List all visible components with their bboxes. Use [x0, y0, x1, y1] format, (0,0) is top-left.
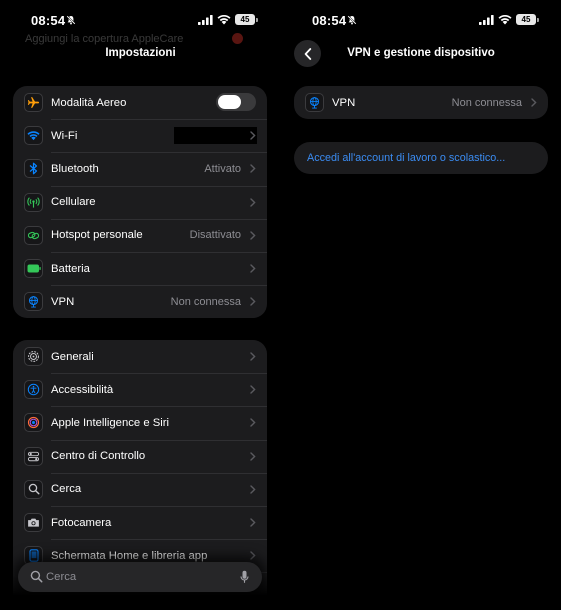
redacted-network-name — [174, 127, 257, 145]
settings-row-cellular[interactable]: Cellulare — [13, 185, 267, 219]
chevron-right-icon — [250, 518, 256, 527]
settings-row-value: Attivato — [204, 162, 241, 175]
status-time: 08:54 — [312, 13, 347, 28]
settings-row-wifi[interactable]: Wi-Fi — [13, 119, 267, 152]
banner-text: Aggiungi la copertura AppleCare — [25, 33, 184, 45]
settings-row-battery[interactable]: Batteria — [13, 251, 267, 285]
work-account-signin-link[interactable]: Accedi all'account di lavoro o scolastic… — [294, 142, 548, 174]
chevron-right-icon — [250, 485, 256, 494]
chevron-right-icon — [250, 164, 256, 174]
status-time: 08:54 — [31, 13, 66, 28]
chevron-right-icon — [250, 297, 256, 306]
settings-row-label: Generali — [51, 350, 94, 363]
battery-status: 45 — [235, 14, 258, 25]
settings-row-hotspot[interactable]: Hotspot personale Disattivato — [13, 218, 267, 252]
wifi-icon — [24, 126, 43, 146]
airplane-icon — [24, 93, 43, 112]
bell-slash-icon — [347, 15, 357, 25]
cellular-signal-icon — [198, 15, 213, 25]
chevron-right-icon — [250, 418, 256, 428]
settings-row-label: Hotspot personale — [51, 229, 143, 242]
accessibility-icon — [24, 380, 43, 400]
siri-icon — [24, 413, 43, 433]
vpn-row-value: Non connessa — [451, 96, 522, 109]
airplane-mode-toggle[interactable] — [216, 93, 256, 111]
settings-row-accessibility[interactable]: Accessibilità — [13, 373, 267, 406]
settings-row-label: Apple Intelligence e Siri — [51, 416, 170, 429]
chevron-left-icon — [304, 47, 311, 60]
notification-dot — [232, 33, 243, 44]
antenna-icon — [24, 192, 43, 212]
vpn-row-label: VPN — [332, 96, 356, 109]
connectivity-group: Modalità Aereo Wi-Fi Bluetooth Attivato … — [13, 86, 267, 318]
back-button[interactable] — [294, 40, 321, 67]
search-icon — [24, 479, 43, 499]
settings-row-value: Disattivato — [189, 229, 241, 242]
settings-row-vpn[interactable]: VPN Non connessa — [13, 285, 267, 318]
search-bar[interactable] — [18, 562, 262, 592]
settings-row-label: Fotocamera — [51, 516, 112, 529]
wifi-status-icon — [498, 14, 512, 25]
camera-icon — [24, 512, 43, 532]
status-bar: 08:54 45 — [281, 11, 561, 31]
search-icon — [30, 570, 43, 583]
globe-icon — [305, 93, 324, 112]
page-title: Impostazioni — [105, 47, 176, 59]
chevron-right-icon — [250, 551, 256, 560]
wifi-status-icon — [217, 14, 231, 25]
settings-row-general[interactable]: Generali — [13, 340, 267, 373]
battery-status: 45 — [516, 14, 539, 25]
cellular-signal-icon — [479, 15, 494, 25]
settings-row-label: Cerca — [51, 483, 82, 496]
settings-row-label: Cellulare — [51, 196, 96, 209]
settings-row-search[interactable]: Cerca — [13, 472, 267, 506]
vpn-row[interactable]: VPN Non connessa — [294, 86, 548, 119]
settings-row-control-center[interactable]: Centro di Controllo — [13, 439, 267, 473]
settings-row-label: Modalità Aereo — [51, 96, 127, 109]
settings-row-bluetooth[interactable]: Bluetooth Attivato — [13, 152, 267, 185]
link-icon — [24, 225, 43, 245]
settings-row-label: Batteria — [51, 262, 90, 275]
bluetooth-icon — [24, 159, 43, 179]
toggle-knob — [218, 95, 241, 109]
chevron-right-icon — [250, 131, 256, 140]
settings-row-siri[interactable]: Apple Intelligence e Siri — [13, 406, 267, 439]
vpn-group: VPN Non connessa — [294, 86, 548, 119]
settings-row-airplane[interactable]: Modalità Aereo — [13, 86, 267, 119]
settings-row-label: Centro di Controllo — [51, 450, 146, 463]
gear-icon — [24, 347, 43, 366]
settings-row-label: Accessibilità — [51, 383, 114, 396]
chevron-right-icon — [250, 385, 256, 394]
battery-icon — [24, 258, 43, 278]
bell-slash-icon — [66, 15, 76, 25]
search-input[interactable] — [46, 567, 226, 587]
chevron-right-icon — [250, 264, 256, 273]
settings-row-value: Non connessa — [170, 295, 241, 308]
globe-icon — [24, 292, 43, 312]
settings-row-label: Bluetooth — [51, 162, 99, 175]
vpn-device-management-screen: 08:54 45 VPN e gestione dispositivo VPN … — [281, 0, 561, 610]
chevron-right-icon — [250, 352, 256, 361]
settings-row-label: VPN — [51, 295, 75, 308]
microphone-icon[interactable] — [240, 570, 249, 584]
settings-row-label: Wi-Fi — [51, 129, 78, 142]
chevron-right-icon — [250, 451, 256, 461]
settings-row-label: Schermata Home e libreria app — [51, 549, 208, 562]
switches-icon — [24, 446, 43, 466]
settings-screen: 08:54 45 Aggiungi la copertura AppleCare… — [0, 0, 281, 610]
chevron-right-icon — [250, 197, 256, 207]
chevron-right-icon — [531, 98, 537, 107]
chevron-right-icon — [250, 231, 256, 240]
settings-row-camera[interactable]: Fotocamera — [13, 505, 267, 539]
page-title: VPN e gestione dispositivo — [347, 47, 495, 59]
